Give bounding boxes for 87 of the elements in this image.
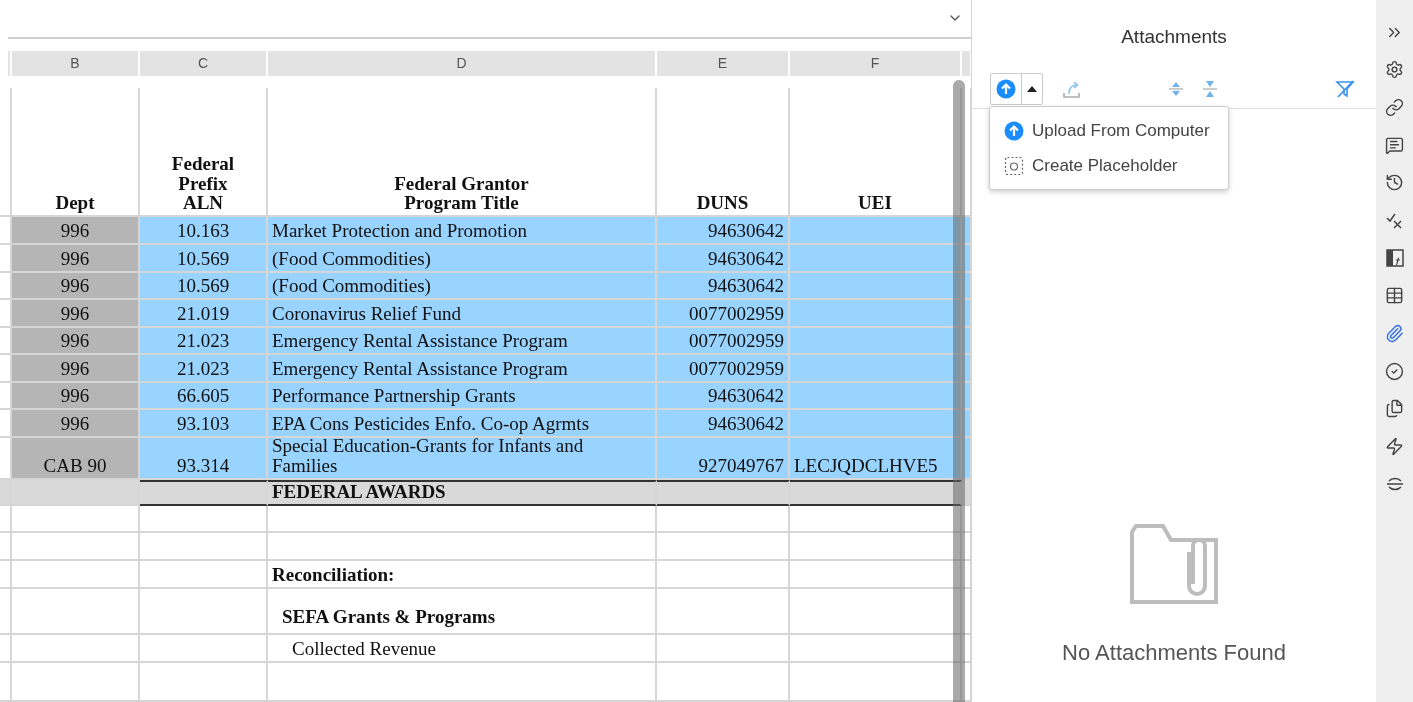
header-cell: DUNS: [657, 87, 790, 218]
formula-table-icon[interactable]: [1383, 247, 1406, 270]
header-cell: Federal Prefix ALN: [140, 87, 268, 218]
table-cell: [0, 272, 12, 301]
column-header[interactable]: E: [657, 50, 790, 76]
table-cell: [0, 532, 12, 561]
column-header[interactable]: D: [268, 50, 657, 76]
column-header[interactable]: C: [140, 50, 268, 76]
placeholder-icon: [1004, 155, 1024, 176]
check-circle-icon[interactable]: [1383, 360, 1406, 383]
expand-icon: [1168, 80, 1184, 98]
table-cell: 996: [12, 300, 140, 328]
table-cell: 996: [12, 327, 140, 356]
table-cell: [0, 663, 12, 702]
table-cell: 0077002959: [657, 327, 790, 356]
table-cell: (Food Commodities): [268, 244, 657, 273]
table-cell: Market Protection and Promotion: [268, 217, 657, 245]
header-cell: Dept: [12, 87, 140, 218]
share-arrow-icon: [1062, 79, 1082, 99]
empty-message: No Attachments Found: [1062, 640, 1286, 666]
table-cell: CAB 90: [12, 437, 140, 480]
table-cell: 94630642: [657, 272, 790, 301]
table-cell: [0, 217, 12, 245]
table-cell: 10.163: [140, 217, 268, 245]
table-cell: (Food Commodities): [268, 272, 657, 301]
upload-icon: [1004, 120, 1024, 141]
scrollbar[interactable]: [953, 80, 965, 702]
table-cell: [0, 410, 12, 438]
caret-icon: [1027, 86, 1037, 92]
table-cell: 0077002959: [657, 355, 790, 383]
table-cell: 94630642: [657, 217, 790, 245]
table-cell: Emergency Rental Assistance Program: [268, 355, 657, 383]
table-cell: 21.023: [140, 327, 268, 356]
upload-split-button[interactable]: [990, 73, 1043, 105]
table-cell: 94630642: [657, 410, 790, 438]
table-cell: [0, 355, 12, 383]
table-cell: [0, 300, 12, 328]
table-cell: 10.569: [140, 272, 268, 301]
section-heading: Reconciliation:: [268, 560, 657, 589]
table-cell: 21.019: [140, 300, 268, 328]
table-cell: 996: [12, 355, 140, 383]
table-cell: 10.569: [140, 244, 268, 273]
column-header[interactable]: B: [12, 50, 140, 76]
header-cell: Federal Grantor Program Title: [268, 87, 657, 218]
table-cell: LECJQDCLHVE5: [790, 437, 962, 480]
table-cell: 93.314: [140, 437, 268, 480]
total-label: FEDERAL AWARDS: [268, 479, 657, 506]
menu-item-label: Upload From Computer: [1032, 120, 1210, 141]
link-icon[interactable]: [1383, 96, 1406, 119]
table-cell: 996: [12, 382, 140, 411]
table-cell: Coronavirus Relief Fund: [268, 300, 657, 328]
table-cell: [0, 382, 12, 411]
panel-title: Attachments: [1120, 26, 1228, 49]
upload-icon: [996, 79, 1016, 99]
table-cell: Special Education-Grants for Infants and Families: [268, 437, 657, 480]
table-cell: 927049767: [657, 437, 790, 480]
table-cell: 996: [12, 272, 140, 301]
table-cell: [0, 327, 12, 356]
folder-paperclip-icon: [1129, 522, 1219, 606]
table-cell: 21.023: [140, 355, 268, 383]
table-cell: 94630642: [657, 244, 790, 273]
table-cell: [0, 437, 12, 480]
row-label: Collected Revenue: [268, 635, 657, 664]
section-heading: SEFA Grants & Programs: [268, 588, 657, 636]
table-cell: [0, 479, 12, 506]
table-cell: [0, 588, 12, 636]
table-cell: 996: [12, 244, 140, 273]
table-cell: Emergency Rental Assistance Program: [268, 327, 657, 356]
header-cell: UEI: [790, 87, 962, 218]
table-cell: 93.103: [140, 410, 268, 438]
collapse-icon: [1202, 80, 1218, 98]
menu-item[interactable]: Upload From Computer: [990, 113, 1228, 148]
table-cell: 66.605: [140, 382, 268, 411]
table-cell: EPA Cons Pesticides Enfo. Co-op Agrmts: [268, 410, 657, 438]
table-cell: [0, 560, 12, 589]
menu-item-label: Create Placeholder: [1032, 155, 1178, 176]
table-cell: 996: [12, 217, 140, 245]
table-cell: [0, 635, 12, 664]
filter-off-icon: [1335, 79, 1355, 99]
column-header[interactable]: F: [790, 50, 962, 76]
table-cell: [0, 505, 12, 533]
table-cell: 0077002959: [657, 300, 790, 328]
menu-item[interactable]: Create Placeholder: [990, 148, 1228, 183]
table-cell: [0, 244, 12, 273]
table-cell: Performance Partnership Grants: [268, 382, 657, 411]
table-cell: 996: [12, 410, 140, 438]
table-cell: 94630642: [657, 382, 790, 411]
